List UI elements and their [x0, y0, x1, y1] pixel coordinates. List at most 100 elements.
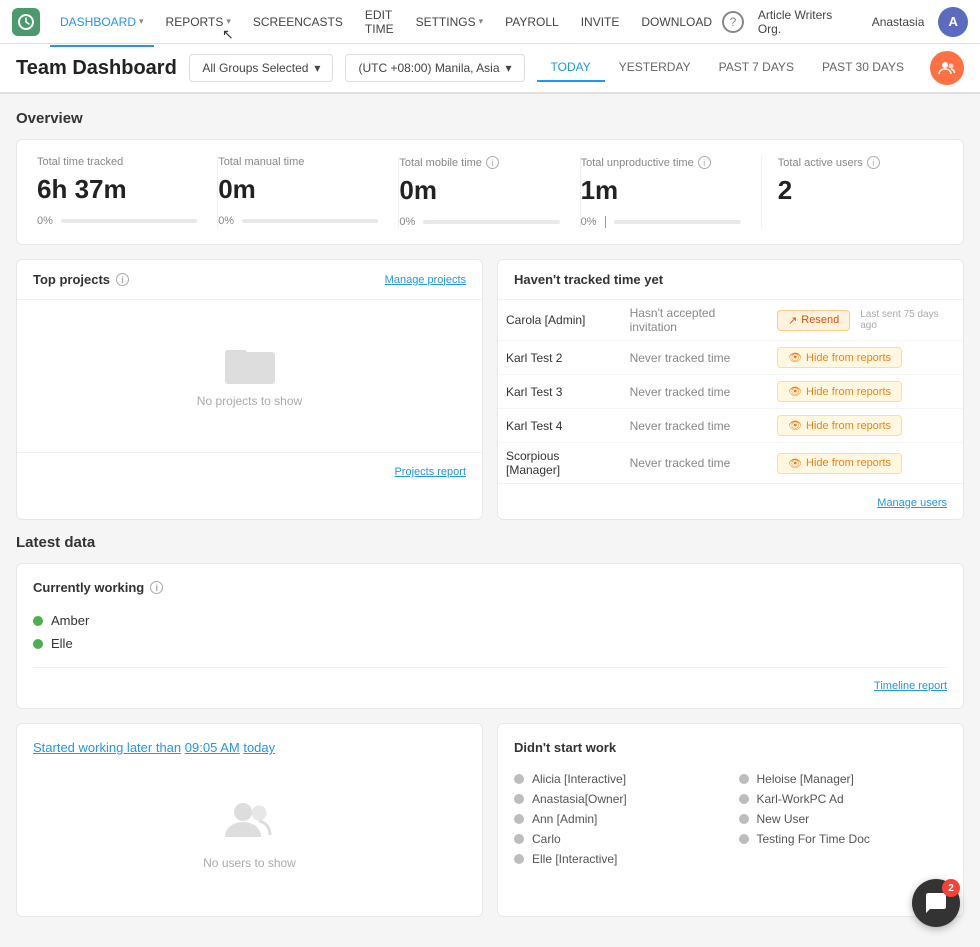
app-logo[interactable] — [12, 8, 40, 36]
stat-manual-time: Total manual time 0m 0% — [218, 156, 399, 228]
nav-dashboard[interactable]: DASHBOARD ▾ — [50, 9, 154, 35]
stat-unproductive-time: Total unproductive time i 1m 0% — [581, 156, 762, 228]
panel-footer: Projects report — [17, 452, 482, 488]
page-title: Team Dashboard — [16, 57, 177, 80]
avatar[interactable]: A — [938, 7, 968, 37]
resend-button[interactable]: ↗ Resend — [777, 310, 850, 331]
table-row: Karl Test 2 Never tracked time 👁 Hide fr… — [498, 341, 963, 375]
info-icon[interactable]: i — [867, 156, 880, 169]
chat-badge: 2 — [942, 879, 960, 897]
tracked-table: Carola [Admin] Hasn't accepted invitatio… — [498, 300, 963, 483]
offline-indicator — [739, 794, 749, 804]
nav-screencasts[interactable]: SCREENCASTS — [243, 9, 353, 35]
manage-projects-link[interactable]: Manage projects — [385, 274, 466, 286]
panel-footer: Manage users — [498, 483, 963, 519]
list-item: Amber — [33, 609, 947, 632]
working-header: Currently working i — [33, 580, 947, 595]
offline-indicator — [514, 834, 524, 844]
offline-indicator — [739, 774, 749, 784]
didnt-users-grid: Alicia [Interactive] Anastasia[Owner] An… — [514, 769, 947, 869]
subheader: Team Dashboard All Groups Selected ▾ (UT… — [0, 44, 980, 94]
hide-from-reports-button[interactable]: 👁 Hide from reports — [777, 381, 902, 402]
panel-title: Top projects i — [33, 272, 129, 287]
chevron-down-icon: ▾ — [314, 61, 320, 75]
org-name: Article Writers Org. — [758, 8, 858, 36]
started-later-panel: Started working later than 09:05 AM toda… — [16, 723, 483, 917]
started-header: Started working later than 09:05 AM toda… — [33, 740, 466, 755]
bottom-panels: Started working later than 09:05 AM toda… — [16, 723, 964, 917]
list-item: Anastasia[Owner] — [514, 789, 723, 809]
working-footer: Timeline report — [33, 667, 947, 692]
date-btn-30days[interactable]: PAST 30 DAYS — [808, 54, 918, 82]
working-users-list: Amber Elle — [33, 609, 947, 655]
tracked-body: Carola [Admin] Hasn't accepted invitatio… — [498, 300, 963, 483]
group-users-button[interactable] — [930, 51, 964, 85]
offline-indicator — [514, 814, 524, 824]
offline-indicator — [514, 774, 524, 784]
list-item: Testing For Time Doc — [739, 829, 948, 849]
offline-indicator — [739, 814, 749, 824]
help-button[interactable]: ? — [722, 11, 744, 33]
nav-edit-time[interactable]: EDIT TIME — [355, 2, 404, 42]
stat-bar-row: 0% — [37, 215, 197, 227]
didnt-col-2: Heloise [Manager] Karl-WorkPC Ad New Use… — [739, 769, 948, 869]
list-item: Elle — [33, 632, 947, 655]
chevron-down-icon: ▾ — [479, 16, 484, 27]
nav-payroll[interactable]: PAYROLL — [495, 9, 569, 35]
user-name: Anastasia — [872, 15, 925, 29]
date-btn-yesterday[interactable]: YESTERDAY — [605, 54, 705, 82]
list-item: New User — [739, 809, 948, 829]
main-content: Overview Total time tracked 6h 37m 0% To… — [0, 94, 980, 933]
list-item: Alicia [Interactive] — [514, 769, 723, 789]
panel-header: Haven't tracked time yet — [498, 260, 963, 300]
hide-from-reports-button[interactable]: 👁 Hide from reports — [777, 453, 902, 474]
hide-from-reports-button[interactable]: 👁 Hide from reports — [777, 415, 902, 436]
didnt-col-1: Alicia [Interactive] Anastasia[Owner] An… — [514, 769, 723, 869]
offline-indicator — [514, 854, 524, 864]
panel-title: Haven't tracked time yet — [514, 272, 663, 287]
offline-indicator — [514, 794, 524, 804]
stat-mobile-time: Total mobile time i 0m 0% — [399, 156, 580, 228]
top-navigation: DASHBOARD ▾ REPORTS ▾ SCREENCASTS EDIT T… — [0, 0, 980, 44]
info-icon[interactable]: i — [150, 581, 163, 594]
empty-state: No users to show — [33, 769, 466, 900]
nav-invite[interactable]: INVITE — [571, 9, 630, 35]
date-btn-today[interactable]: TODAY — [537, 54, 605, 82]
info-icon[interactable]: i — [116, 273, 129, 286]
timezone-filter-button[interactable]: (UTC +08:00) Manila, Asia ▾ — [345, 54, 524, 82]
info-icon[interactable]: i — [486, 156, 499, 169]
list-item: Ann [Admin] — [514, 809, 723, 829]
chevron-down-icon: ▾ — [226, 16, 231, 27]
didnt-start-panel: Didn't start work Alicia [Interactive] A… — [497, 723, 964, 917]
overview-grid: Total time tracked 6h 37m 0% Total manua… — [37, 156, 943, 228]
nav-reports[interactable]: REPORTS ▾ — [156, 9, 241, 35]
timeline-report-link[interactable]: Timeline report — [874, 680, 947, 692]
date-btn-7days[interactable]: PAST 7 DAYS — [705, 54, 808, 82]
empty-state: No projects to show — [33, 314, 466, 438]
chat-button[interactable]: 2 — [912, 879, 960, 927]
group-filter-button[interactable]: All Groups Selected ▾ — [189, 54, 333, 82]
list-item: Heloise [Manager] — [739, 769, 948, 789]
start-time: 09:05 AM — [185, 740, 240, 755]
nav-items: DASHBOARD ▾ REPORTS ▾ SCREENCASTS EDIT T… — [50, 2, 722, 42]
projects-report-link[interactable]: Projects report — [394, 466, 466, 478]
info-icon[interactable]: i — [698, 156, 711, 169]
panel-header: Top projects i Manage projects — [17, 260, 482, 300]
nav-download[interactable]: DOWNLOAD — [631, 9, 722, 35]
overview-section-title: Overview — [16, 110, 964, 127]
list-item: Elle [Interactive] — [514, 849, 723, 869]
stat-value: 6h 37m — [37, 174, 197, 205]
table-row: Scorpious [Manager] Never tracked time 👁… — [498, 443, 963, 484]
top-projects-panel: Top projects i Manage projects No projec… — [16, 259, 483, 520]
online-indicator — [33, 639, 43, 649]
nav-settings[interactable]: SETTINGS ▾ — [406, 9, 494, 35]
offline-indicator — [739, 834, 749, 844]
stat-label: Total time tracked — [37, 156, 197, 168]
stat-total-time: Total time tracked 6h 37m 0% — [37, 156, 218, 228]
table-row: Carola [Admin] Hasn't accepted invitatio… — [498, 300, 963, 341]
havent-tracked-panel: Haven't tracked time yet Carola [Admin] … — [497, 259, 964, 520]
empty-text: No users to show — [203, 856, 296, 870]
hide-from-reports-button[interactable]: 👁 Hide from reports — [777, 347, 902, 368]
empty-text: No projects to show — [197, 394, 302, 408]
manage-users-link[interactable]: Manage users — [877, 497, 947, 509]
